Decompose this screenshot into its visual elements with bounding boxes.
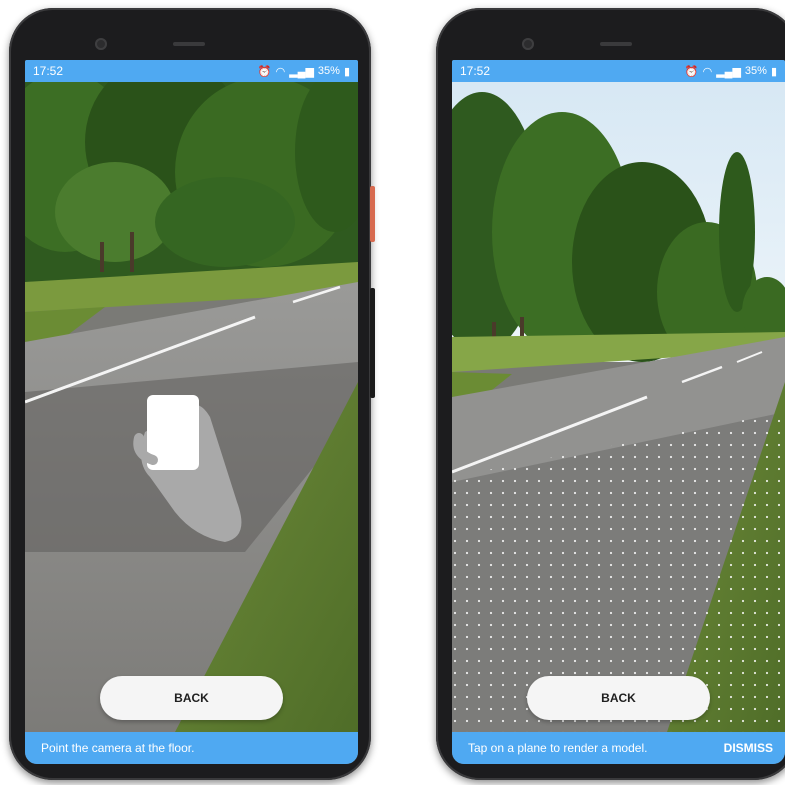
comparison-stage: 17:52 ⏰ ◠ ▂▄▆ 35% ▮ BACK Point the camer…: [0, 0, 785, 785]
camera-feed-right[interactable]: [452, 82, 785, 732]
back-button[interactable]: BACK: [100, 676, 283, 720]
signal-icon: ▂▄▆: [289, 65, 314, 78]
status-bar: 17:52 ⏰ ◠ ▂▄▆ 35% ▮: [25, 60, 358, 82]
status-icons: ⏰ ◠ ▂▄▆ 35% ▮: [258, 65, 350, 78]
camera-feed-left[interactable]: [25, 82, 358, 732]
battery-level: 35%: [317, 65, 340, 77]
power-button: [370, 186, 375, 242]
alarm-icon: ⏰: [257, 65, 272, 78]
screen-right: 17:52 ⏰ ◠ ▂▄▆ 35% ▮ BACK Tap on a plane …: [452, 60, 785, 764]
snackbar: Tap on a plane to render a model. DISMIS…: [452, 732, 785, 764]
back-button[interactable]: BACK: [527, 676, 710, 720]
snackbar: Point the camera at the floor.: [25, 732, 358, 764]
dismiss-button[interactable]: DISMISS: [724, 741, 773, 755]
earpiece-speaker: [600, 42, 632, 46]
alarm-icon: ⏰: [684, 65, 699, 78]
wifi-icon: ◠: [275, 65, 286, 78]
snackbar-message: Point the camera at the floor.: [41, 741, 195, 755]
front-camera: [522, 38, 534, 50]
status-icons: ⏰ ◠ ▂▄▆ 35% ▮: [685, 65, 777, 78]
phone-frame-right: 17:52 ⏰ ◠ ▂▄▆ 35% ▮ BACK Tap on a plane …: [436, 8, 785, 780]
front-camera: [95, 38, 107, 50]
screen-left: 17:52 ⏰ ◠ ▂▄▆ 35% ▮ BACK Point the camer…: [25, 60, 358, 764]
status-time: 17:52: [33, 64, 64, 78]
battery-icon: ▮: [343, 65, 350, 78]
signal-icon: ▂▄▆: [716, 65, 741, 78]
status-bar: 17:52 ⏰ ◠ ▂▄▆ 35% ▮: [452, 60, 785, 82]
volume-rocker: [370, 288, 375, 398]
battery-level: 35%: [744, 65, 767, 77]
earpiece-speaker: [173, 42, 205, 46]
battery-icon: ▮: [770, 65, 777, 78]
phone-frame-left: 17:52 ⏰ ◠ ▂▄▆ 35% ▮ BACK Point the camer…: [9, 8, 375, 780]
wifi-icon: ◠: [702, 65, 713, 78]
status-time: 17:52: [460, 64, 491, 78]
snackbar-message: Tap on a plane to render a model.: [468, 741, 648, 755]
